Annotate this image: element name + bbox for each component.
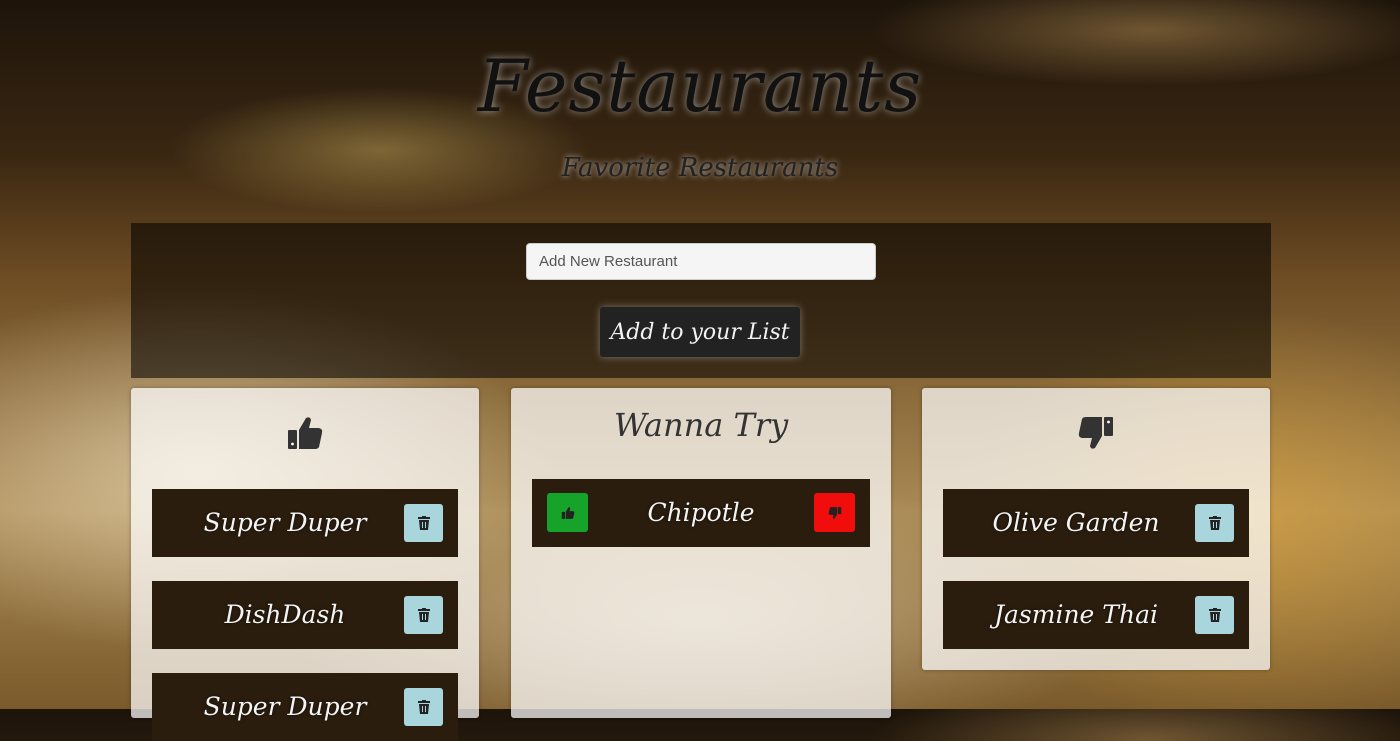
restaurant-name: DishDash: [224, 600, 346, 629]
page-subtitle: Favorite Restaurants: [561, 153, 839, 183]
column-heading: Wanna Try: [613, 406, 789, 444]
restaurant-name: Super Duper: [203, 508, 367, 537]
liked-column: Super Duper DishDash Super Duper: [131, 388, 479, 741]
delete-button[interactable]: [404, 504, 443, 542]
add-restaurant-panel: Add to your List: [131, 223, 1271, 378]
delete-button[interactable]: [1195, 504, 1234, 542]
restaurant-name: Olive Garden: [992, 508, 1160, 537]
trash-icon: [417, 700, 430, 714]
delete-button[interactable]: [1195, 596, 1234, 634]
restaurant-input[interactable]: [526, 243, 876, 280]
disliked-column: Olive Garden Jasmine Thai: [922, 388, 1270, 670]
list-item: DishDash: [152, 581, 458, 649]
delete-button[interactable]: [404, 596, 443, 634]
delete-button[interactable]: [404, 688, 443, 726]
list-item: Olive Garden: [943, 489, 1249, 557]
thumbs-up-icon: [131, 414, 479, 454]
page-title: Festaurants: [477, 44, 923, 128]
trash-icon: [417, 516, 430, 530]
trash-icon: [1208, 516, 1221, 530]
list-item: Jasmine Thai: [943, 581, 1249, 649]
trash-icon: [417, 608, 430, 622]
trash-icon: [1208, 608, 1221, 622]
thumbs-down-icon: [828, 506, 841, 519]
list-item: Super Duper: [152, 489, 458, 557]
list-item: Chipotle: [532, 479, 870, 547]
dislike-button[interactable]: [814, 493, 855, 532]
restaurant-name: Jasmine Thai: [994, 600, 1158, 629]
thumbs-down-icon: [922, 414, 1270, 454]
add-to-list-button[interactable]: Add to your List: [600, 307, 800, 357]
restaurant-name: Super Duper: [203, 692, 367, 721]
wanna-try-column: Wanna Try Chipotle: [511, 388, 891, 718]
list-item: Super Duper: [152, 673, 458, 741]
